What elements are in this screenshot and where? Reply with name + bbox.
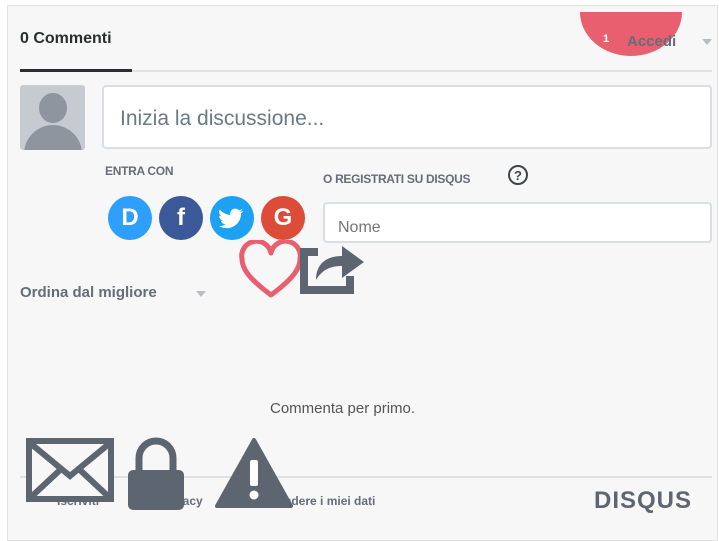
notification-count: 1 — [603, 33, 610, 45]
chevron-down-icon[interactable] — [196, 291, 206, 297]
google-icon[interactable]: G — [261, 196, 305, 240]
empty-state-message: Commenta per primo. — [270, 400, 416, 417]
heart-icon[interactable] — [238, 240, 304, 300]
comment-input[interactable]: Inizia la discussione... — [102, 85, 712, 149]
enter-with-label: ENTRA CON — [105, 164, 174, 178]
disqus-logo[interactable]: DISQUS — [594, 487, 692, 515]
lock-icon[interactable] — [126, 436, 186, 512]
footer-divider — [20, 476, 712, 478]
register-label: O REGISTRATI SU DISQUS — [323, 172, 471, 186]
mail-icon[interactable] — [26, 438, 114, 502]
twitter-icon[interactable] — [210, 196, 254, 240]
chevron-down-icon[interactable] — [702, 39, 712, 45]
help-icon[interactable]: ? — [508, 165, 528, 185]
name-field[interactable] — [323, 202, 712, 243]
warning-icon[interactable] — [214, 436, 294, 510]
sort-dropdown[interactable]: Ordina dal migliore — [20, 284, 157, 301]
share-icon[interactable] — [296, 236, 368, 298]
active-tab-indicator — [20, 69, 132, 72]
twitter-bird-glyph — [219, 208, 244, 229]
facebook-icon[interactable]: f — [159, 196, 203, 240]
avatar — [20, 85, 85, 150]
login-button[interactable]: Accedi — [627, 33, 676, 50]
comment-count-tab[interactable]: 0 Commenti — [20, 30, 112, 48]
disqus-icon[interactable]: D — [108, 196, 152, 240]
